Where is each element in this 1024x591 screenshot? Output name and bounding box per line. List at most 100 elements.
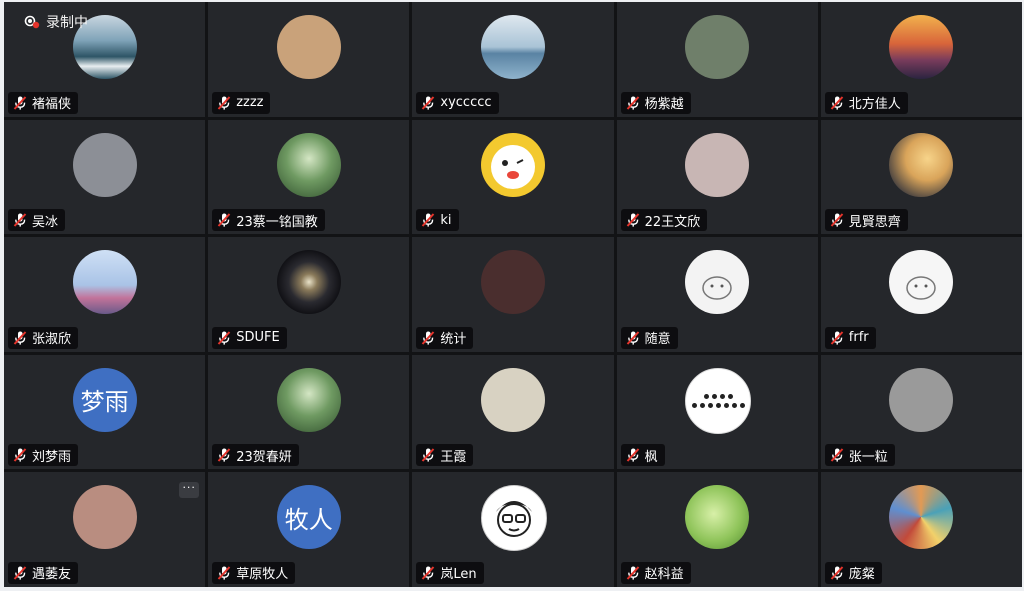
participant-name: 杨紫越	[644, 97, 684, 113]
participant-tile[interactable]: SDUFE	[208, 237, 410, 352]
photo-green-apple-icon	[685, 485, 750, 550]
name-tag: 23贺春妍	[212, 444, 299, 467]
participant-name: zzzz	[236, 95, 264, 111]
participant-tile[interactable]: 牧人草原牧人	[208, 472, 410, 587]
recording-icon	[24, 15, 40, 29]
participant-tile[interactable]: 岚Len	[412, 472, 614, 587]
avatar: 牧人	[276, 485, 341, 550]
mic-muted-icon	[216, 330, 232, 346]
name-tag: SDUFE	[212, 326, 287, 349]
photo-dark-figure-icon	[480, 250, 545, 315]
participant-tile[interactable]: ki	[412, 119, 614, 235]
anime-girl-icon	[276, 15, 341, 79]
mic-muted-icon	[625, 565, 641, 581]
photo-girl-portrait-icon	[685, 132, 750, 197]
participant-tile[interactable]: 23蔡一铭国教	[208, 119, 410, 235]
name-tag: 北方佳人	[824, 91, 908, 114]
photo-old-man-icon	[889, 367, 954, 432]
mic-muted-icon	[829, 212, 845, 228]
name-tag: 岚Len	[416, 561, 484, 584]
name-tag: 見賢思齊	[824, 209, 908, 232]
mic-muted-icon	[625, 330, 641, 346]
participant-name: 统计	[440, 332, 467, 348]
participant-name: 吴冰	[32, 214, 59, 230]
more-options-button[interactable]: ···	[179, 482, 200, 499]
participant-name: 赵科益	[644, 567, 684, 583]
participant-tile[interactable]: 見賢思齊	[820, 119, 1022, 235]
name-tag: 枫	[620, 444, 665, 467]
photo-castle-icon	[72, 250, 137, 315]
participant-tile[interactable]: 张淑欣	[4, 237, 206, 352]
participant-tile[interactable]: 统计	[412, 237, 614, 352]
cartoon-group-icon	[480, 367, 545, 432]
cartoon-mouse-icon	[685, 250, 750, 315]
name-tag: frfr	[824, 326, 876, 349]
avatar-text: 梦雨	[80, 388, 129, 417]
mic-muted-icon	[216, 95, 232, 111]
recording-indicator[interactable]: 录制中	[24, 12, 88, 32]
name-tag: ki	[416, 209, 459, 232]
participant-tile[interactable]: 庞粲	[820, 472, 1022, 587]
mic-muted-icon	[625, 212, 641, 228]
name-tag: 草原牧人	[212, 561, 296, 584]
participant-name: 草原牧人	[236, 567, 289, 583]
name-tag: 22王文欣	[620, 209, 708, 232]
name-tag: 刘梦雨	[8, 444, 79, 467]
galaxy-icon	[276, 250, 341, 315]
participant-name: 22王文欣	[644, 214, 701, 230]
photo-people-room-icon	[72, 132, 137, 197]
photo-woman-portrait-icon	[685, 15, 750, 79]
participant-tile[interactable]: 赵科益	[616, 472, 818, 587]
participant-grid: 褚福侠 zzzz xyccccc 杨紫越 北方佳人 吴冰 23蔡一铭国教 ki 22王文欣 見賢思…	[4, 2, 1022, 587]
participant-name: xyccccc	[440, 95, 492, 111]
participant-tile[interactable]: 杨紫越	[616, 2, 818, 117]
participant-name: 刘梦雨	[32, 449, 72, 465]
mic-muted-icon	[12, 212, 28, 228]
photo-green-landscape-icon	[276, 367, 341, 432]
name-tag: 吴冰	[8, 209, 66, 232]
name-tag: 张一粒	[824, 444, 895, 467]
name-tag: zzzz	[212, 91, 271, 114]
participant-name: 遇萎友	[32, 567, 72, 583]
name-tag: 赵科益	[620, 561, 691, 584]
participant-name: 北方佳人	[848, 97, 901, 113]
participant-tile[interactable]: 随意	[616, 237, 818, 352]
participant-tile[interactable]: 23贺春妍	[208, 354, 410, 470]
name-tag: 庞粲	[824, 561, 882, 584]
mic-muted-icon	[829, 565, 845, 581]
mic-muted-icon	[12, 95, 28, 111]
mic-muted-icon	[12, 447, 28, 463]
participant-tile[interactable]: 22王文欣	[616, 119, 818, 235]
participant-name: frfr	[848, 330, 869, 346]
participant-tile[interactable]: 吴冰	[4, 119, 206, 235]
mic-muted-icon	[829, 330, 845, 346]
participant-tile[interactable]: 梦雨刘梦雨	[4, 354, 206, 470]
mic-muted-icon	[12, 565, 28, 581]
name-tag: 遇萎友	[8, 561, 79, 584]
recording-label: 录制中	[46, 15, 88, 31]
participant-tile[interactable]: zzzz	[208, 2, 410, 117]
participant-tile[interactable]: 张一粒	[820, 354, 1022, 470]
mic-muted-icon	[420, 95, 436, 111]
mic-muted-icon	[420, 565, 436, 581]
dots-pattern-icon	[685, 367, 752, 434]
participant-tile[interactable]: 枫	[616, 354, 818, 470]
participant-name: 张一粒	[848, 449, 888, 465]
name-tag: 统计	[416, 326, 474, 349]
participant-name: ki	[440, 212, 452, 228]
participant-tile[interactable]: 王霞	[412, 354, 614, 470]
participant-tile[interactable]: 北方佳人	[820, 2, 1022, 117]
mic-muted-icon	[420, 212, 436, 228]
participant-tile[interactable]: xyccccc	[412, 2, 614, 117]
avatar: 梦雨	[72, 367, 137, 432]
mic-muted-icon	[420, 330, 436, 346]
participant-name: 岚Len	[440, 567, 477, 583]
participant-name: 見賢思齊	[848, 214, 901, 230]
participant-tile[interactable]: frfr	[820, 237, 1022, 352]
name-tag: 23蔡一铭国教	[212, 209, 325, 232]
mic-muted-icon	[625, 95, 641, 111]
participant-tile[interactable]: 遇萎友 ···	[4, 472, 206, 587]
participant-name: 枫	[644, 449, 658, 465]
mic-muted-icon	[216, 212, 232, 228]
name-tag: 杨紫越	[620, 91, 691, 114]
